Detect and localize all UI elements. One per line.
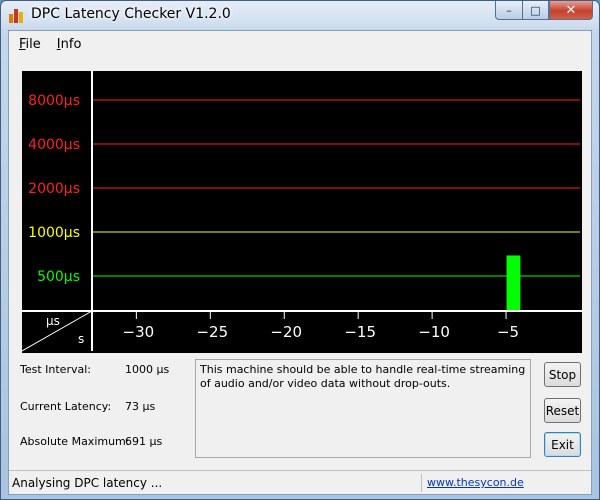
x-tick-label: −25	[196, 323, 228, 341]
maximize-button[interactable]: □	[522, 1, 549, 20]
menu-file-label: ile	[25, 37, 41, 52]
current-latency-value: 73 µs	[125, 400, 156, 413]
latency-bar	[506, 255, 521, 311]
minimize-button[interactable]: –	[495, 1, 522, 20]
exit-button[interactable]: Exit	[544, 432, 581, 457]
menu-info[interactable]: Info	[47, 31, 88, 55]
client-area: File Info 16000µs8000µs4000µs2000µs1000µ…	[8, 30, 592, 495]
menu-info-label: nfo	[60, 37, 82, 52]
y-tick-label: 1000µs	[28, 225, 80, 241]
y-tick-label: 4000µs	[28, 137, 80, 153]
corner-x-unit: s	[78, 332, 84, 346]
stop-button[interactable]: Stop	[544, 362, 581, 387]
title-bar[interactable]: DPC Latency Checker V1.2.0 – □ ✕	[1, 1, 599, 29]
test-interval-value: 1000 µs	[125, 363, 170, 376]
menu-bar: File Info	[9, 31, 591, 55]
window-title: DPC Latency Checker V1.2.0	[31, 6, 231, 22]
x-tick-label: −15	[344, 323, 376, 341]
x-tick-label: −30	[123, 323, 155, 341]
reset-button[interactable]: Reset	[544, 398, 581, 423]
bar-chart-icon	[9, 7, 25, 23]
test-interval-label: Test Interval:	[20, 363, 91, 376]
y-tick-label: 8000µs	[28, 93, 80, 109]
y-tick-label: 500µs	[37, 269, 80, 285]
absolute-maximum-value: 691 µs	[125, 435, 163, 448]
latency-chart: 16000µs8000µs4000µs2000µs1000µs500µs µss…	[19, 49, 582, 353]
current-latency-label: Current Latency:	[20, 400, 112, 413]
status-text: Analysing DPC latency ...	[12, 476, 163, 490]
latency-chart-svg: 16000µs8000µs4000µs2000µs1000µs500µs µss…	[19, 49, 582, 353]
menu-file[interactable]: File	[9, 31, 47, 55]
x-tick-label: −5	[497, 323, 519, 341]
corner-y-unit: µs	[46, 314, 60, 328]
x-tick-label: −10	[418, 323, 450, 341]
website-link[interactable]: www.thesycon.de	[427, 476, 524, 489]
close-button[interactable]: ✕	[549, 1, 593, 20]
status-divider	[421, 474, 422, 492]
x-tick-label: −20	[270, 323, 302, 341]
y-tick-label: 2000µs	[28, 181, 80, 197]
status-bar: Analysing DPC latency ... www.thesycon.d…	[9, 470, 591, 494]
absolute-maximum-label: Absolute Maximum:	[20, 435, 130, 448]
app-window: DPC Latency Checker V1.2.0 – □ ✕ File In…	[0, 0, 600, 500]
result-message: This machine should be able to handle re…	[195, 359, 531, 458]
